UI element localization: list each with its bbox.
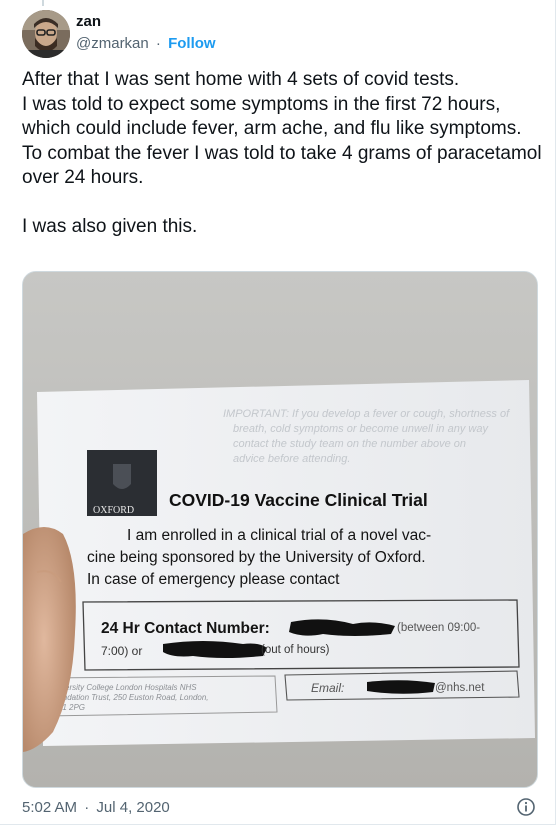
timestamp-date[interactable]: Jul 4, 2020 [96,799,169,816]
tweet-text: After that I was sent home with 4 sets o… [22,69,542,237]
redaction-mark [367,680,435,694]
back-text-line: advice before attending. [233,453,350,465]
back-text-line: IMPORTANT: If you develop a fever or cou… [223,408,510,420]
tweet-timestamp: 5:02 AM · Jul 4, 2020 [22,798,170,818]
footer-line: University College London Hospitals NHS [49,683,197,692]
contact-out-of-hours: (out of hours) [261,644,330,656]
avatar[interactable] [22,10,70,58]
back-text-line: contact the study team on the number abo… [233,438,466,450]
thread-connector [42,0,44,6]
photo-of-trial-card: IMPORTANT: If you develop a fever or cou… [23,272,537,787]
display-name[interactable]: zan [76,12,216,31]
card-body-line: cine being sponsored by the University o… [87,549,426,566]
handle-row: @zmarkan · Follow [76,34,216,54]
follow-button[interactable]: Follow [168,35,216,52]
contact-hours: (between 09:00- [397,622,480,634]
email-domain: @nhs.net [435,682,485,694]
footer-line: Foundation Trust, 250 Euston Road, Londo… [49,693,209,702]
back-text-line: breath, cold symptoms or become unwell i… [233,423,489,435]
user-handle[interactable]: @zmarkan [76,35,149,52]
tweet-photo[interactable]: IMPORTANT: If you develop a fever or cou… [22,271,538,788]
card-title: COVID-19 Vaccine Clinical Trial [169,490,428,510]
card-body-line: I am enrolled in a clinical trial of a n… [127,527,431,544]
contact-label: 24 Hr Contact Number: [101,620,270,637]
separator-dot: · [155,35,161,52]
contact-line2-start: 7:00) or [101,644,142,658]
tweet-card: zan @zmarkan · Follow After that I was s… [0,0,556,825]
info-circle-icon[interactable] [516,797,536,817]
email-label: Email: [311,681,344,695]
avatar-image [22,10,70,58]
logo-wordmark: OXFORD [93,505,134,516]
timestamp-time[interactable]: 5:02 AM [22,799,77,816]
card-body-line: In case of emergency please contact [87,571,340,588]
separator-dot: · [84,799,90,816]
redaction-mark [163,641,267,658]
author-block: zan @zmarkan · Follow [76,12,216,54]
